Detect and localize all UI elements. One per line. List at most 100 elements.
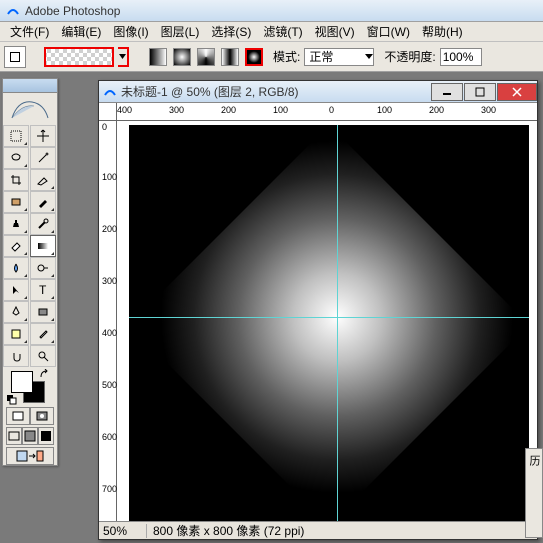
menu-file[interactable]: 文件(F) — [4, 23, 55, 40]
gradient-swatch[interactable] — [44, 47, 114, 67]
gradient-type-angle[interactable] — [197, 48, 215, 66]
screen-standard-icon[interactable] — [6, 427, 22, 445]
photoshop-logo — [3, 93, 57, 125]
maximize-button[interactable] — [464, 83, 496, 101]
tool-preset-icon[interactable] — [4, 46, 26, 68]
jump-to-imageready-icon[interactable] — [6, 447, 54, 465]
ruler-horizontal[interactable]: 400 300 200 100 0 100 200 300 — [117, 103, 537, 121]
app-icon — [6, 4, 20, 18]
pen-tool[interactable] — [3, 301, 29, 323]
window-buttons — [431, 83, 537, 101]
ruler-v-tick: 700 — [102, 485, 117, 494]
screen-fullmenu-icon[interactable] — [22, 427, 38, 445]
ruler-h-tick: 0 — [329, 105, 334, 115]
foreground-color[interactable] — [11, 371, 33, 393]
document-title: 未标题-1 @ 50% (图层 2, RGB/8) — [121, 83, 431, 100]
ruler-v-tick: 200 — [102, 225, 117, 234]
menu-edit[interactable]: 编辑(E) — [55, 23, 107, 40]
app-title: Adobe Photoshop — [25, 4, 120, 18]
ruler-h-tick: 400 — [117, 105, 132, 115]
screen-full-icon[interactable] — [38, 427, 54, 445]
ruler-h-tick: 200 — [429, 105, 444, 115]
minimize-button[interactable] — [431, 83, 463, 101]
eraser-tool[interactable] — [3, 235, 29, 257]
diamond-gradient — [129, 125, 529, 521]
hand-tool[interactable] — [3, 345, 29, 367]
ruler-vertical[interactable]: 0 100 200 300 400 500 600 700 — [99, 121, 117, 521]
mode-label: 模式: — [273, 48, 300, 65]
close-button[interactable] — [497, 83, 537, 101]
rectangular-marquee-tool[interactable] — [3, 125, 29, 147]
gradient-picker-dropdown[interactable] — [118, 47, 129, 67]
menu-image[interactable]: 图像(I) — [107, 23, 154, 40]
document-info[interactable]: 800 像素 x 800 像素 (72 ppi) — [147, 522, 304, 539]
ruler-h-tick: 300 — [481, 105, 496, 115]
menu-view[interactable]: 视图(V) — [309, 23, 361, 40]
palette-tab-history[interactable]: 历 — [526, 449, 542, 466]
quickmask-mode-icon[interactable] — [30, 407, 54, 425]
guide-horizontal[interactable] — [129, 317, 529, 318]
gradient-type-diamond[interactable] — [245, 48, 263, 66]
palette-well[interactable]: 历 — [525, 448, 543, 538]
notes-tool[interactable] — [3, 323, 29, 345]
document-titlebar[interactable]: 未标题-1 @ 50% (图层 2, RGB/8) — [99, 81, 537, 103]
opacity-label: 不透明度: — [384, 48, 435, 65]
ruler-v-tick: 600 — [102, 433, 117, 442]
path-selection-tool[interactable] — [3, 279, 29, 301]
tool-grid: T — [3, 125, 57, 367]
canvas[interactable] — [129, 125, 529, 521]
ruler-h-tick: 100 — [273, 105, 288, 115]
opacity-input[interactable]: 100% — [440, 48, 482, 66]
standard-mode-icon[interactable] — [6, 407, 30, 425]
menu-window[interactable]: 窗口(W) — [361, 23, 416, 40]
default-colors-icon[interactable] — [7, 395, 17, 405]
document-statusbar: 50% 800 像素 x 800 像素 (72 ppi) — [99, 521, 537, 539]
magic-wand-tool[interactable] — [30, 147, 56, 169]
menu-filter[interactable]: 滤镜(T) — [257, 23, 308, 40]
menu-select[interactable]: 选择(S) — [205, 23, 257, 40]
mode-select[interactable]: 正常 — [304, 48, 374, 66]
crop-tool[interactable] — [3, 169, 29, 191]
svg-text:T: T — [39, 283, 47, 297]
blur-tool[interactable] — [3, 257, 29, 279]
gradient-tool[interactable] — [30, 235, 56, 257]
brush-tool[interactable] — [30, 191, 56, 213]
jump-row — [3, 447, 57, 465]
canvas-area[interactable] — [117, 121, 537, 521]
eyedropper-tool[interactable] — [30, 323, 56, 345]
mode-value: 正常 — [309, 48, 333, 65]
slice-tool[interactable] — [30, 169, 56, 191]
ruler-v-tick: 400 — [102, 329, 117, 338]
move-tool[interactable] — [30, 125, 56, 147]
ruler-h-tick: 100 — [377, 105, 392, 115]
rectangle-tool[interactable] — [30, 301, 56, 323]
menu-help[interactable]: 帮助(H) — [416, 23, 469, 40]
toolbox-titlebar[interactable] — [3, 79, 57, 93]
gradient-type-linear[interactable] — [149, 48, 167, 66]
zoom-tool[interactable] — [30, 345, 56, 367]
toolbox: T — [2, 78, 58, 466]
lasso-tool[interactable] — [3, 147, 29, 169]
color-swatches — [5, 369, 55, 405]
document-window: 未标题-1 @ 50% (图层 2, RGB/8) 400 300 200 10… — [98, 80, 538, 540]
dodge-tool[interactable] — [30, 257, 56, 279]
history-brush-tool[interactable] — [30, 213, 56, 235]
ruler-corner[interactable] — [99, 103, 117, 121]
clone-stamp-tool[interactable] — [3, 213, 29, 235]
ruler-v-tick: 300 — [102, 277, 117, 286]
gradient-type-reflected[interactable] — [221, 48, 239, 66]
screen-mode-row — [3, 427, 57, 445]
gradient-type-radial[interactable] — [173, 48, 191, 66]
guide-vertical[interactable] — [337, 125, 338, 521]
ruler-v-tick: 500 — [102, 381, 117, 390]
ruler-h-tick: 200 — [221, 105, 236, 115]
ruler-v-tick: 0 — [102, 123, 107, 132]
menubar: 文件(F) 编辑(E) 图像(I) 图层(L) 选择(S) 滤镜(T) 视图(V… — [0, 22, 543, 42]
swap-colors-icon[interactable] — [39, 369, 49, 379]
document-icon — [103, 85, 117, 99]
healing-brush-tool[interactable] — [3, 191, 29, 213]
zoom-level[interactable]: 50% — [99, 524, 147, 538]
menu-layer[interactable]: 图层(L) — [155, 23, 206, 40]
type-tool[interactable]: T — [30, 279, 56, 301]
document-body: 400 300 200 100 0 100 200 300 0 100 200 … — [99, 103, 537, 521]
